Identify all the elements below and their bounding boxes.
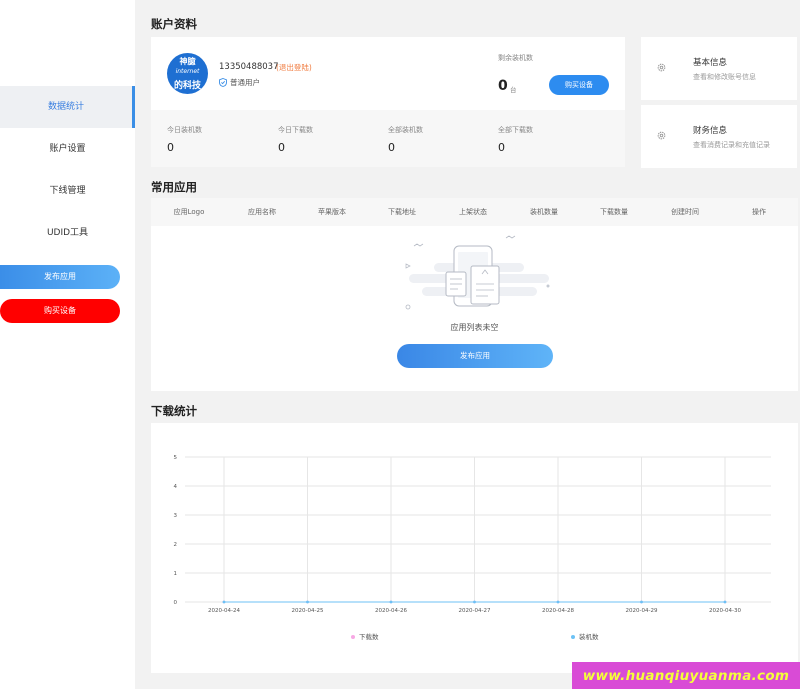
download-line-chart: 0 1 2 3 4 5 2020-04-24 2020-04-25 2020-04-26 2020… [174,455,771,641]
stat-today-installs: 今日装机数 0 [167,125,277,154]
y-tick-label: 2 [174,542,178,548]
remaining-installs-unit: 台 [510,86,517,94]
account-section-title: 账户资料 [151,17,197,31]
column-header: 苹果版本 [318,208,346,216]
sidebar-buy-button[interactable]: 购买设备 [0,299,120,323]
data-point [473,600,476,604]
x-tick-label: 2020-04-27 [459,608,491,614]
apps-section-title: 常用应用 [151,180,197,194]
legend-marker [351,635,355,639]
sidebar-item-stats[interactable]: 数据统计 [0,86,135,128]
y-tick-label: 3 [174,513,178,519]
stat-today-downloads: 今日下载数 0 [278,125,388,154]
column-header: 应用Logo [173,208,205,216]
downloads-section-title: 下载统计 [151,404,197,418]
apps-table: 应用Logo 应用名称 苹果版本 下载地址 上架状态 装机数量 下载数量 创建时… [151,198,798,391]
info-card-title: 基本信息 [693,58,728,68]
column-header: 下载数量 [600,208,628,216]
stat-label: 全部下载数 [498,126,533,134]
stat-label: 今日装机数 [167,126,202,134]
gear-icon [657,131,666,140]
data-point [306,600,309,604]
info-card-desc: 查看和修改账号信息 [693,73,756,81]
sidebar-item-label: 下线管理 [49,186,86,196]
x-tick-label: 2020-04-30 [709,608,741,614]
sidebar-item-udid-tool[interactable]: UDID工具 [0,212,135,254]
logo-text-bottom: 的科技 [173,81,201,91]
column-header: 下载地址 [388,208,416,216]
shield-icon [219,78,227,87]
y-tick-label: 1 [174,571,178,577]
data-point [222,600,226,604]
column-header: 操作 [752,208,766,216]
column-header: 装机数量 [530,208,558,216]
avatar: 神臆 internet 的科技 [167,53,208,94]
account-role: 普通用户 [219,77,260,88]
sidebar-publish-button[interactable]: 发布应用 [0,265,120,289]
stat-value: 0 [388,141,395,154]
remaining-installs-value: 0 [498,78,508,94]
sidebar-item-label: 账户设置 [49,144,86,154]
logo-text-top: 神臆 [179,57,196,66]
legend-label: 下载数 [359,632,379,641]
empty-list-illustration [405,235,550,310]
y-tick-label: 5 [174,455,178,461]
sidebar-item-label: UDID工具 [46,228,89,238]
sidebar-item-account-settings[interactable]: 账户设置 [0,128,135,170]
info-card-desc: 查看消费记录和充值记录 [693,141,770,149]
table-header: 应用Logo 应用名称 苹果版本 下载地址 上架状态 装机数量 下载数量 创建时… [151,198,798,226]
data-point [640,600,643,604]
data-point [723,600,727,604]
data-point [556,600,560,604]
stat-total-installs: 全部装机数 0 [388,125,498,154]
y-tick-label: 0 [174,600,178,606]
logout-link[interactable]: (退出登陆) [276,62,312,73]
account-phone: 13350488037 [219,62,279,72]
x-tick-label: 2020-04-29 [626,608,658,614]
gear-icon [657,63,666,72]
buy-device-button[interactable]: 购买设备 [549,75,609,95]
x-tick-label: 2020-04-24 [208,608,240,614]
stat-value: 0 [278,141,285,154]
account-card: 神臆 internet 的科技 13350488037 (退出登陆) 普通用户 … [151,37,625,167]
publish-app-button[interactable]: 发布应用 [397,344,553,368]
x-tick-label: 2020-04-28 [542,608,574,614]
y-tick-label: 4 [174,484,178,490]
stat-value: 0 [498,141,505,154]
info-card-title: 财务信息 [693,126,728,136]
sidebar-item-label: 数据统计 [47,102,84,112]
remaining-installs-label: 剩余装机数 [498,54,533,62]
account-summary: 神臆 internet 的科技 13350488037 (退出登陆) 普通用户 … [151,37,625,110]
stat-label: 今日下载数 [278,126,313,134]
x-tick-label: 2020-04-25 [292,608,324,614]
download-chart-card: 0 1 2 3 4 5 2020-04-24 2020-04-25 2020-04-26 2020… [151,423,798,673]
data-point [389,600,393,604]
watermark-text: www.huanqiuyuanma.com [582,667,790,684]
logo-text-middle: internet [175,68,200,75]
legend-label: 装机数 [579,632,599,641]
basic-info-card[interactable]: 基本信息 查看和修改账号信息 [641,37,797,100]
column-header: 上架状态 [459,208,487,216]
legend-marker [571,635,575,639]
sidebar: 数据统计 账户设置 下线管理 UDID工具 发布应用 购买设备 [0,0,135,689]
stat-value: 0 [167,141,174,154]
column-header: 应用名称 [248,208,276,216]
sidebar-item-downline[interactable]: 下线管理 [0,170,135,212]
stat-label: 全部装机数 [388,126,423,134]
account-role-label: 普通用户 [230,78,260,87]
finance-info-card[interactable]: 财务信息 查看消费记录和充值记录 [641,105,797,168]
stat-total-downloads: 全部下载数 0 [498,125,608,154]
x-tick-label: 2020-04-26 [375,608,407,614]
watermark-banner: www.huanqiuyuanma.com [572,662,800,689]
column-header: 创建时间 [671,208,699,216]
empty-list-text: 应用列表未空 [450,323,499,332]
